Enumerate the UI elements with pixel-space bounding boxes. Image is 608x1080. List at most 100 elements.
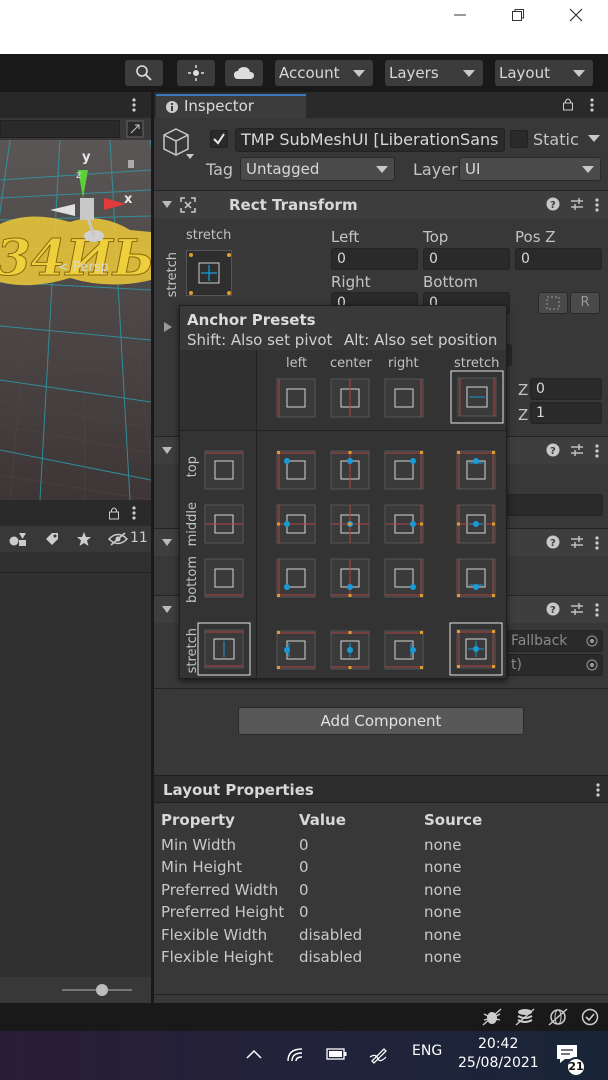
layers-dropdown[interactable]: Layers xyxy=(385,60,483,86)
layout-dropdown[interactable]: Layout xyxy=(495,60,593,86)
fallback-field[interactable]: Fallback xyxy=(505,630,603,652)
lock-icon[interactable] xyxy=(562,97,574,111)
gameobject-cube-icon[interactable] xyxy=(160,126,196,162)
account-dropdown[interactable]: Account xyxy=(275,60,373,86)
help-icon[interactable]: ? xyxy=(546,443,560,457)
svg-text:?: ? xyxy=(550,605,556,616)
restore-button[interactable] xyxy=(488,0,548,30)
filter-type-icon[interactable] xyxy=(8,531,28,547)
bottom-label: Bottom xyxy=(423,273,479,291)
collab-button[interactable] xyxy=(177,60,215,86)
add-component-button[interactable]: Add Component xyxy=(238,707,524,735)
layout-properties-title: Layout Properties xyxy=(163,781,314,799)
maximize-icon[interactable] xyxy=(126,120,144,138)
chevron-up-icon[interactable] xyxy=(246,1049,262,1059)
z-label-1: Z xyxy=(518,381,529,399)
persp-label[interactable]: < Persp xyxy=(58,260,109,275)
bug-icon[interactable] xyxy=(482,1008,502,1026)
help-icon[interactable]: ? xyxy=(546,197,560,211)
battery-icon[interactable] xyxy=(326,1048,348,1060)
posz-field[interactable]: 0 xyxy=(515,248,602,270)
source-cell: none xyxy=(424,926,462,944)
svg-text:?: ? xyxy=(550,446,556,457)
table-row: Min Height 0 none xyxy=(161,858,601,880)
static-checkbox[interactable] xyxy=(510,130,528,148)
clock-time[interactable]: 20:42 xyxy=(478,1036,518,1052)
preset-sliders-icon[interactable] xyxy=(570,197,584,211)
notification-badge: 21 xyxy=(566,1057,586,1077)
zoom-slider-handle[interactable] xyxy=(96,984,108,996)
source-cell: none xyxy=(424,858,462,876)
kebab-menu-icon[interactable] xyxy=(131,97,137,113)
inspector-tab-label: Inspector xyxy=(184,97,254,115)
object-name-field[interactable]: TMP SubMeshUI [LiberationSans SI xyxy=(235,128,505,152)
close-icon xyxy=(569,8,583,22)
layers-label: Layers xyxy=(389,64,439,82)
tag-dropdown[interactable]: Untagged xyxy=(240,157,395,181)
kebab-menu-icon[interactable] xyxy=(589,97,595,113)
material-field[interactable]: t) xyxy=(505,654,603,676)
cloud-button[interactable] xyxy=(225,60,263,86)
help-icon[interactable]: ? xyxy=(546,602,560,616)
foldout-arrow-icon[interactable] xyxy=(162,539,172,547)
clock-date[interactable]: 25/08/2021 xyxy=(458,1055,539,1071)
layout-properties-header[interactable]: Layout Properties xyxy=(154,775,608,803)
value-cell: disabled xyxy=(299,926,363,944)
preset-sliders-icon[interactable] xyxy=(570,535,584,549)
wifi-icon[interactable] xyxy=(286,1045,306,1063)
hidden-count: 11 xyxy=(130,530,148,546)
scale-z-field[interactable]: 1 xyxy=(530,402,602,424)
tag-label: Tag xyxy=(206,160,234,179)
foldout-arrow-icon[interactable] xyxy=(164,322,172,332)
kebab-menu-icon[interactable] xyxy=(594,535,600,551)
hidden-eye-icon[interactable] xyxy=(108,532,128,546)
anchor-preset-button[interactable] xyxy=(186,250,232,296)
active-checkbox[interactable] xyxy=(210,130,228,148)
kebab-menu-icon[interactable] xyxy=(594,443,600,459)
check-circle-icon[interactable] xyxy=(581,1008,599,1026)
blueprint-mode-button[interactable] xyxy=(538,292,568,314)
foldout-arrow-icon[interactable] xyxy=(162,606,172,614)
kebab-menu-icon[interactable] xyxy=(131,505,137,521)
left-field[interactable]: 0 xyxy=(331,248,418,270)
rotation-z-field[interactable]: 0 xyxy=(530,378,602,400)
preset-row-middle xyxy=(204,504,244,544)
scene-viewport[interactable]: 34ИЬ y x z < Persp xyxy=(0,140,151,500)
preset-col-right xyxy=(384,378,424,418)
kebab-menu-icon[interactable] xyxy=(595,782,601,798)
material-field-text: t) xyxy=(511,657,522,673)
foldout-arrow-icon[interactable] xyxy=(162,447,172,455)
layout-table-header: Property Value Source xyxy=(161,811,601,833)
kebab-menu-icon[interactable] xyxy=(594,602,600,618)
object-picker-icon[interactable] xyxy=(586,659,598,671)
minimize-button[interactable] xyxy=(430,0,490,30)
search-button[interactable] xyxy=(125,60,163,86)
favorite-star-icon[interactable] xyxy=(76,531,92,547)
object-picker-icon[interactable] xyxy=(586,635,598,647)
tab-inspector[interactable]: Inspector xyxy=(156,94,306,118)
layer-dropdown[interactable]: UI xyxy=(459,157,601,181)
value-cell: disabled xyxy=(299,948,363,966)
anchor-stretch-icon xyxy=(189,253,231,295)
foldout-arrow-icon[interactable] xyxy=(162,201,172,209)
rect-transform-header[interactable]: Rect Transform ? xyxy=(154,190,608,218)
lock-icon[interactable] xyxy=(108,506,120,520)
project-area[interactable] xyxy=(0,552,151,977)
close-button[interactable] xyxy=(546,0,606,30)
preset-sliders-icon[interactable] xyxy=(570,443,584,457)
label-tag-icon[interactable] xyxy=(44,531,60,547)
language-indicator[interactable]: ENG xyxy=(412,1043,442,1059)
preset-row-top xyxy=(204,450,244,490)
pen-workspace-icon[interactable] xyxy=(368,1043,390,1065)
top-field[interactable]: 0 xyxy=(423,248,510,270)
network-globe-icon[interactable] xyxy=(548,1008,568,1026)
preset-sliders-icon[interactable] xyxy=(570,602,584,616)
cache-stack-icon[interactable] xyxy=(515,1008,535,1026)
main-toolbar: Account Layers Layout xyxy=(0,54,608,92)
component-2-field[interactable] xyxy=(505,494,603,516)
kebab-menu-icon[interactable] xyxy=(594,197,600,213)
raw-edit-button[interactable]: R xyxy=(570,292,600,314)
help-icon[interactable]: ? xyxy=(546,535,560,549)
chevron-down-icon[interactable] xyxy=(588,135,600,143)
scene-search-input[interactable] xyxy=(0,120,120,138)
